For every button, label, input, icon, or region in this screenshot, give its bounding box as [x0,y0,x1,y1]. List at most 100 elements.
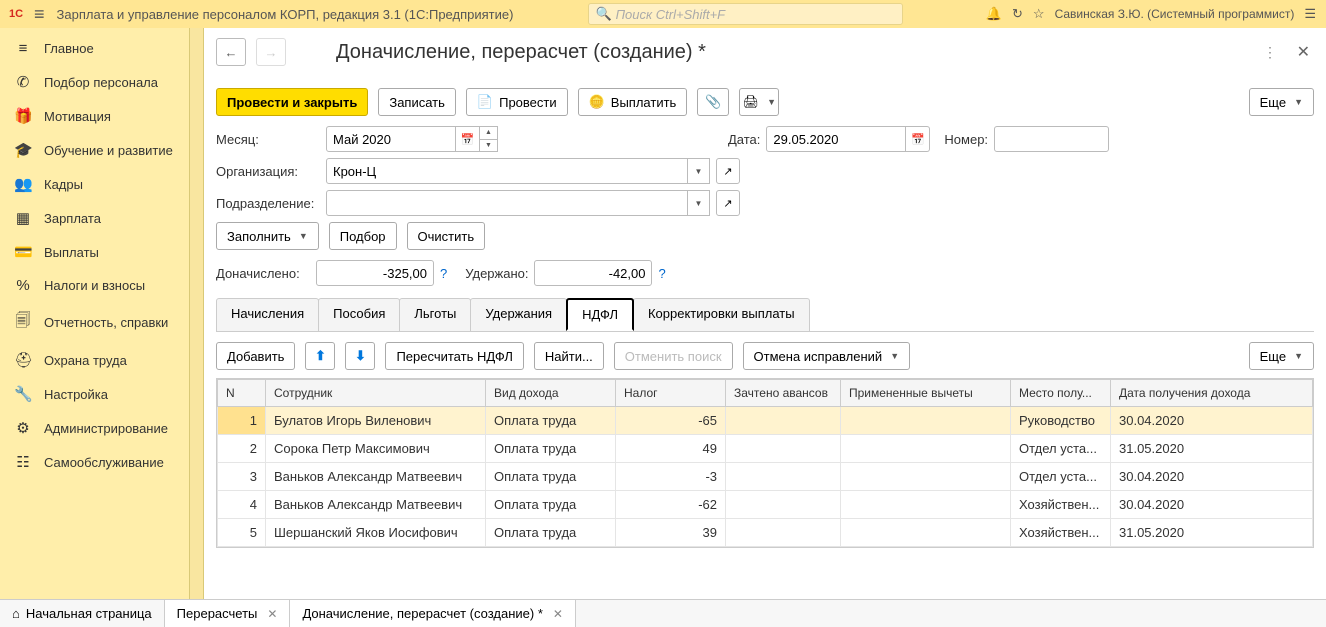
sidebar-icon: ▦ [14,209,32,227]
home-icon: ⌂ [12,606,20,621]
sidebar-item[interactable]: ✆Подбор персонала [0,65,189,99]
sidebar-item[interactable]: %Налоги и взносы [0,269,189,302]
sidebar-item[interactable]: ▦ Зарплата [0,201,189,235]
sidebar-icon: 🎁 [14,107,32,125]
dep-label: Подразделение: [216,196,326,211]
app-title: Зарплата и управление персоналом КОРП, р… [57,7,514,22]
sidebar-icon: 🗐 [14,310,32,335]
col-header[interactable]: Примененные вычеты [841,380,1011,407]
withheld-label: Удержано: [465,266,528,281]
tab[interactable]: Удержания [470,298,567,331]
save-button[interactable]: Записать [378,88,456,116]
sidebar-icon: ⛑ [14,351,32,369]
col-header[interactable]: N [218,380,266,407]
date-input[interactable]: 29.05.2020 [766,126,906,152]
table-row[interactable]: 1Булатов Игорь ВиленовичОплата труда-65Р… [218,407,1313,435]
attach-button[interactable]: 📎 [697,88,729,116]
move-up-button[interactable]: ⬆ [305,342,335,370]
more-dots-icon[interactable]: ⋮ [1263,44,1278,61]
col-header[interactable]: Место полу... [1011,380,1111,407]
month-label: Месяц: [216,132,326,147]
find-button[interactable]: Найти... [534,342,604,370]
sidebar-icon: % [14,277,32,294]
tab[interactable]: Корректировки выплаты [633,298,810,331]
sidebar-label: Отчетность, справки [44,315,168,330]
sidebar-item[interactable]: 🎁Мотивация [0,99,189,133]
dep-input[interactable] [326,190,688,216]
more-button[interactable]: Еще▼ [1249,88,1314,116]
tab-more-button[interactable]: Еще▼ [1249,342,1314,370]
sidebar-item[interactable]: ☷Самообслуживание [0,445,189,479]
month-calendar-icon[interactable]: 📅 [456,126,480,152]
table-row[interactable]: 5Шершанский Яков ИосифовичОплата труда39… [218,519,1313,547]
print-button[interactable]: 🖨▼ [739,88,779,116]
post-button[interactable]: 📄Провести [466,88,568,116]
hamburger-icon[interactable]: ≡ [34,4,45,25]
org-dropdown-icon[interactable]: ▼ [688,158,710,184]
cancel-find-button: Отменить поиск [614,342,733,370]
nav-back-button[interactable]: ← [216,38,246,66]
table-row[interactable]: 4Ваньков Александр МатвеевичОплата труда… [218,491,1313,519]
month-spin[interactable]: ▲▼ [480,126,498,152]
add-button[interactable]: Добавить [216,342,295,370]
table-row[interactable]: 3Ваньков Александр МатвеевичОплата труда… [218,463,1313,491]
clear-button[interactable]: Очистить [407,222,486,250]
withheld-help-icon[interactable]: ? [658,266,665,281]
move-down-button[interactable]: ⬇ [345,342,375,370]
close-tab-icon[interactable]: ✕ [553,607,563,621]
sidebar-icon: 🎓 [14,141,32,159]
org-open-icon[interactable]: ↗ [716,158,740,184]
accrued-help-icon[interactable]: ? [440,266,447,281]
sidebar-icon: ✆ [14,73,32,91]
accrued-value[interactable]: -325,00 [316,260,434,286]
org-input[interactable]: Крон-Ц [326,158,688,184]
bottom-tab-doc[interactable]: Доначисление, перерасчет (создание) *✕ [290,600,576,627]
history-icon[interactable]: ↻ [1012,6,1023,22]
tab[interactable]: Пособия [318,298,400,331]
user-name[interactable]: Савинская З.Ю. (Системный программист) [1055,7,1295,21]
dep-open-icon[interactable]: ↗ [716,190,740,216]
star-icon[interactable]: ☆ [1033,6,1045,22]
post-close-button[interactable]: Провести и закрыть [216,88,368,116]
table-row[interactable]: 2Сорока Петр МаксимовичОплата труда49Отд… [218,435,1313,463]
sidebar-icon: 💳 [14,243,32,261]
sidebar-item[interactable]: 💳Выплаты [0,235,189,269]
close-icon[interactable]: ✕ [1297,42,1310,62]
sidebar-item[interactable]: 🔧Настройка [0,377,189,411]
cancel-fix-button[interactable]: Отмена исправлений▼ [743,342,911,370]
number-input[interactable] [994,126,1109,152]
sidebar-label: Зарплата [44,211,101,226]
sidebar-icon: ☷ [14,453,32,471]
bottom-tab-recalc[interactable]: Перерасчеты✕ [165,600,291,627]
fill-button[interactable]: Заполнить▼ [216,222,319,250]
print-icon: 🖨 [743,94,760,110]
col-header[interactable]: Налог [616,380,726,407]
month-input[interactable]: Май 2020 [326,126,456,152]
col-header[interactable]: Вид дохода [486,380,616,407]
sidebar-item[interactable]: 🎓 Обучение и развитие [0,133,189,167]
search-input[interactable]: 🔍 Поиск Ctrl+Shift+F [588,3,903,25]
col-header[interactable]: Дата получения дохода [1111,380,1313,407]
col-header[interactable]: Зачтено авансов [726,380,841,407]
sidebar-item[interactable]: 🗐 Отчетность, справки [0,302,189,343]
col-header[interactable]: Сотрудник [266,380,486,407]
tab[interactable]: Льготы [399,298,471,331]
sidebar-item[interactable]: ⛑Охрана труда [0,343,189,377]
sidebar-label: Обучение и развитие [44,143,173,158]
bell-icon[interactable]: 🔔 [986,6,1002,22]
date-calendar-icon[interactable]: 📅 [906,126,930,152]
pay-button[interactable]: 🪙Выплатить [578,88,688,116]
withheld-value[interactable]: -42,00 [534,260,652,286]
dep-dropdown-icon[interactable]: ▼ [688,190,710,216]
sidebar-item[interactable]: 👥Кадры [0,167,189,201]
tab[interactable]: Начисления [216,298,319,331]
recalc-button[interactable]: Пересчитать НДФЛ [385,342,523,370]
tab[interactable]: НДФЛ [566,298,634,331]
close-tab-icon[interactable]: ✕ [267,607,277,621]
sidebar-item[interactable]: ⚙Администрирование [0,411,189,445]
pick-button[interactable]: Подбор [329,222,397,250]
sidebar-label: Администрирование [44,421,168,436]
menu-lines-icon[interactable]: ☰ [1304,6,1316,22]
home-tab[interactable]: ⌂Начальная страница [0,600,165,627]
sidebar-item[interactable]: ≡Главное [0,32,189,65]
